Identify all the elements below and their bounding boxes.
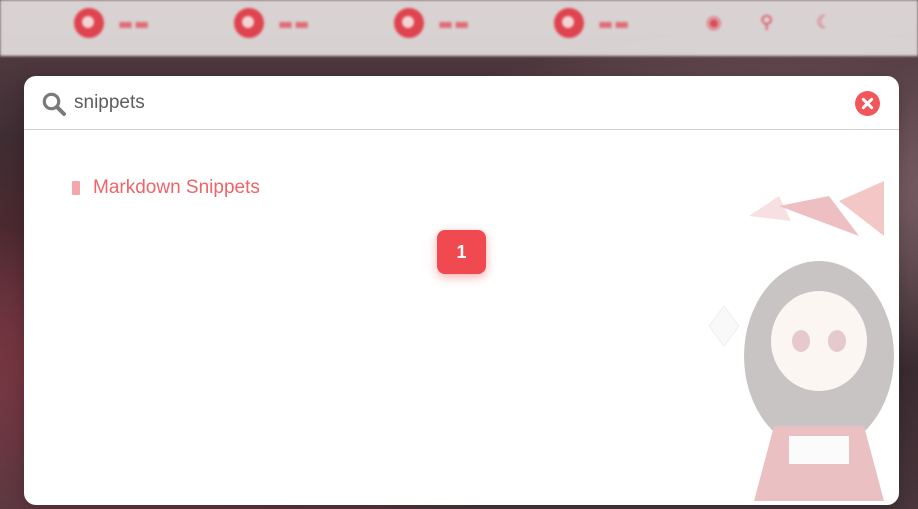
mascot-illustration <box>708 181 894 501</box>
nav-label-blurred: ▬▬ <box>278 13 311 33</box>
result-link[interactable]: Markdown Snippets <box>93 177 260 199</box>
nav-item-4: ▬▬ <box>554 8 630 38</box>
close-icon <box>861 97 874 110</box>
search-bar <box>24 76 899 130</box>
nav-item-1: ▬▬ <box>74 8 150 38</box>
close-button[interactable] <box>855 91 880 116</box>
nav-label-blurred: ▬▬ <box>598 13 631 33</box>
nav-logo-icon <box>74 8 104 38</box>
nav-logo-icon <box>234 8 264 38</box>
nav-item-2: ▬▬ <box>234 8 310 38</box>
search-dialog: Markdown Snippets 1 <box>24 76 899 505</box>
moon-icon: ☾ <box>816 12 833 33</box>
pagination-page-button[interactable]: 1 <box>437 230 486 274</box>
list-item[interactable]: Markdown Snippets <box>72 177 260 199</box>
search-results: Markdown Snippets <box>72 177 260 199</box>
nav-item-3: ▬▬ <box>394 8 470 38</box>
nav-label-blurred: ▬▬ <box>118 13 151 33</box>
search-input[interactable] <box>74 88 834 118</box>
search-icon <box>41 91 67 117</box>
rss-icon: ◉ <box>706 12 722 33</box>
search-icon: ⚲ <box>760 12 774 33</box>
nav-logo-icon <box>394 8 424 38</box>
nav-label-blurred: ▬▬ <box>438 13 471 33</box>
site-navbar: ▬▬ ▬▬ ▬▬ ▬▬ ◉ ⚲ ☾ <box>0 0 918 56</box>
nav-logo-icon <box>554 8 584 38</box>
result-marker-icon <box>72 181 80 195</box>
